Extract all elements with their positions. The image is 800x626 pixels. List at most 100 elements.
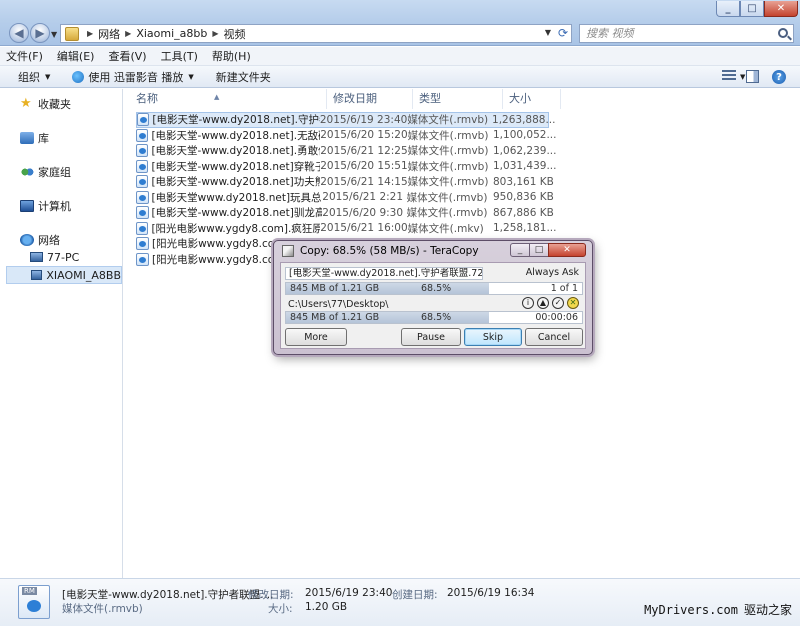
preview-pane-icon[interactable]	[746, 70, 759, 83]
column-name[interactable]: 名称 ▲	[124, 89, 327, 109]
file-date: 2015/6/19 23:40	[319, 113, 408, 126]
refresh-icon[interactable]: ⟳	[558, 26, 568, 40]
cancel-button[interactable]: Cancel	[525, 328, 583, 346]
organize-button[interactable]: 组织 ▼	[18, 69, 50, 85]
column-size[interactable]: 大小	[503, 89, 561, 109]
menu-help[interactable]: 帮助(H)	[212, 48, 251, 64]
teracopy-body: [电影天堂-www.dy2018.net].守护者联盟.720p.BD中 Alw…	[280, 262, 586, 349]
file-row[interactable]: [电影天堂-www.dy2018.net].守护者联盟... 2015/6/19…	[136, 112, 555, 128]
details-created-value: 2015/6/19 16:34	[447, 587, 535, 599]
close-button[interactable]: ✕	[764, 1, 798, 17]
file-date: 2015/6/21 12:25	[320, 144, 408, 157]
back-button[interactable]: ◀	[9, 23, 29, 43]
menu-file[interactable]: 文件(F)	[6, 48, 43, 64]
column-type-label: 类型	[419, 92, 441, 105]
menu-view[interactable]: 查看(V)	[108, 48, 146, 64]
skip-button[interactable]: Skip	[464, 328, 522, 346]
file-row[interactable]: [电影天堂-www.dy2018.net]功夫熊猫2B... 2015/6/21…	[136, 174, 554, 190]
media-file-icon	[137, 113, 150, 127]
minimize-button[interactable]: _	[716, 1, 740, 17]
title-bar: _ □ ✕ ◀ ▶ ▼ ▶ 网络 ▶ Xiaomi_a8bb ▶ 视频 ▼ ⟳ …	[0, 0, 800, 46]
nav-network-child-selected[interactable]: XIAOMI_A8BB	[6, 266, 122, 284]
mkv-file-icon	[136, 237, 149, 251]
breadcrumb-network[interactable]: 网络	[98, 26, 120, 42]
watermark-cn: 驱动之家	[743, 603, 792, 617]
forward-button[interactable]: ▶	[30, 23, 50, 43]
watermark: MyDrivers.com 驱动之家	[644, 601, 792, 618]
teracopy-maximize-button[interactable]: □	[529, 243, 549, 257]
help-icon[interactable]: ?	[772, 70, 786, 84]
play-with-label: 使用 迅雷影音 播放	[88, 70, 184, 84]
time-remaining: 00:00:06	[535, 312, 578, 323]
file-size: 1,031,439...	[493, 160, 557, 173]
nav-library[interactable]: 库	[20, 129, 49, 147]
address-history-dropdown[interactable]: ▼	[545, 28, 551, 37]
nav-network[interactable]: 网络	[20, 231, 60, 249]
file-row[interactable]: [电影天堂-www.dy2018.net]穿靴子的猫... 2015/6/20 …	[136, 159, 557, 175]
chevron-right-icon[interactable]: ▶	[212, 29, 218, 38]
chevron-right-icon[interactable]: ▶	[125, 29, 131, 38]
file-row[interactable]: [电影天堂-www.dy2018.net].勇敢传说.7... 2015/6/2…	[136, 143, 557, 159]
menu-tools[interactable]: 工具(T)	[161, 48, 198, 64]
command-bar: 组织 ▼ 使用 迅雷影音 播放 ▼ 新建文件夹 ▼ ?	[0, 66, 800, 88]
file-row[interactable]: [阳光电影www.ygdy8.com].疯狂原始人... 2015/6/21 1…	[136, 221, 557, 237]
file-size: 803,161 KB	[493, 175, 554, 188]
view-options-dropdown[interactable]: ▼	[740, 73, 745, 81]
file-date: 2015/6/20 9:30	[322, 206, 404, 219]
file-type: 媒体文件(.mkv)	[407, 222, 484, 235]
computer-icon	[20, 200, 34, 212]
address-bar[interactable]: ▶ 网络 ▶ Xiaomi_a8bb ▶ 视频 ▼ ⟳	[60, 24, 572, 43]
teracopy-close-button[interactable]: ✕	[548, 243, 586, 257]
file-row[interactable]: [电影天堂-www.dy2018.net].无敌破坏王... 2015/6/20…	[136, 128, 556, 144]
teracopy-minimize-button[interactable]: _	[510, 243, 530, 257]
nav-homegroup-label: 家庭组	[38, 166, 71, 179]
target-path: C:\Users\77\Desktop\	[288, 299, 389, 310]
new-folder-button[interactable]: 新建文件夹	[216, 69, 271, 85]
total-percent-text: 68.5%	[421, 312, 452, 323]
breadcrumb-folder[interactable]: 视频	[224, 26, 246, 42]
search-input[interactable]: 搜索 视频	[579, 24, 794, 43]
recent-pages-dropdown[interactable]: ▼	[51, 30, 57, 39]
details-created-label: 创建日期:	[392, 589, 438, 601]
file-date: 2015/6/20 15:20	[320, 129, 408, 142]
total-progress-bar: 845 MB of 1.21 GB 68.5% 00:00:06	[285, 311, 583, 324]
column-type[interactable]: 类型	[413, 89, 503, 109]
nav-favorites[interactable]: ★ 收藏夹	[20, 95, 71, 113]
file-name: [电影天堂-www.dy2018.net].守护者联盟...	[152, 114, 320, 127]
nav-network-child[interactable]: 77-PC	[30, 248, 79, 266]
column-date[interactable]: 修改日期	[327, 89, 413, 109]
column-header: 名称 ▲ 修改日期 类型 大小	[124, 89, 800, 109]
pause-button[interactable]: Pause	[401, 328, 461, 346]
file-row[interactable]: [电影天堂-www.dy2018.net]驯龙高手BD... 2015/6/20…	[136, 205, 554, 221]
always-ask-option[interactable]: Always Ask	[526, 267, 579, 278]
details-size-value: 1.20 GB	[305, 601, 348, 613]
teracopy-title: Copy: 68.5% (58 MB/s) - TeraCopy	[282, 245, 479, 257]
folder-icon	[65, 26, 79, 41]
file-type: 媒体文件(.rmvb)	[407, 114, 489, 127]
change-view-icon[interactable]	[722, 70, 736, 82]
column-size-label: 大小	[509, 92, 531, 105]
check-icon[interactable]: ✓	[552, 297, 564, 309]
nav-homegroup[interactable]: 家庭组	[20, 163, 71, 181]
breadcrumb-device[interactable]: Xiaomi_a8bb	[136, 27, 207, 40]
homegroup-icon	[20, 166, 34, 178]
menu-edit[interactable]: 编辑(E)	[57, 48, 95, 64]
maximize-button[interactable]: □	[740, 1, 764, 17]
play-with-button[interactable]: 使用 迅雷影音 播放 ▼	[72, 69, 194, 85]
close-circle-icon[interactable]: ✕	[567, 297, 579, 309]
file-type: 媒体文件(.rmvb)	[407, 145, 489, 158]
file-row[interactable]: [电影天堂www.dy2018.net]玩具总动员3... 2015/6/21 …	[136, 190, 554, 206]
column-date-label: 修改日期	[333, 92, 377, 105]
file-size: 1,062,239...	[493, 144, 557, 157]
file-type: 媒体文件(.rmvb)	[406, 191, 488, 204]
file-name: [电影天堂-www.dy2018.net]功夫熊猫2B...	[151, 176, 321, 189]
file-size: 1,258,181...	[493, 222, 557, 235]
chevron-right-icon[interactable]: ▶	[87, 29, 93, 38]
more-button[interactable]: More	[285, 328, 347, 346]
search-icon[interactable]	[778, 28, 788, 38]
details-size-label: 大小:	[268, 603, 293, 615]
up-arrow-icon[interactable]: ▲	[537, 297, 549, 309]
nav-computer[interactable]: 计算机	[20, 197, 71, 215]
info-icon[interactable]: i	[522, 297, 534, 309]
chevron-down-icon: ▼	[188, 72, 194, 81]
